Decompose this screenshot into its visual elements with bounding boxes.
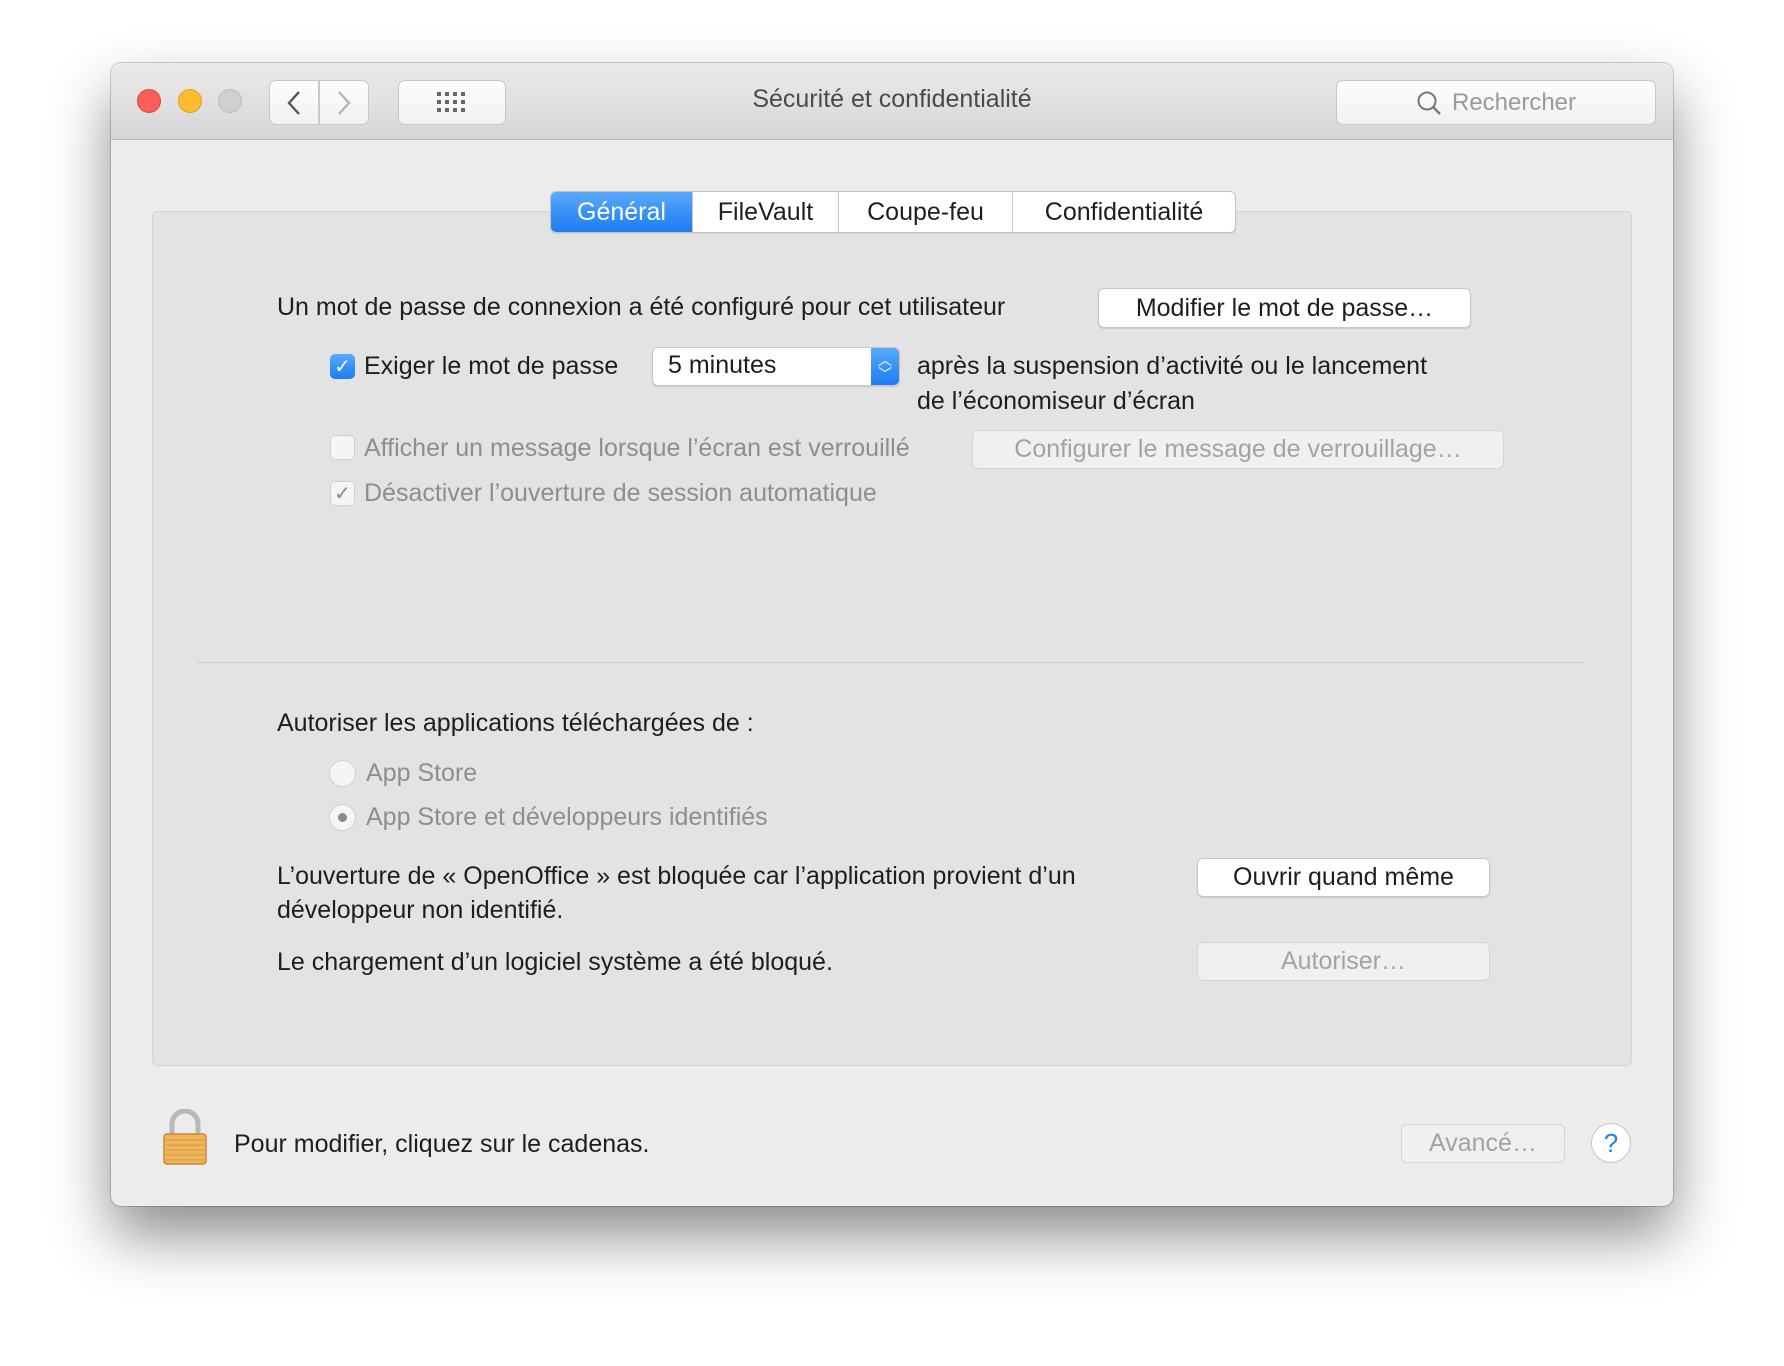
blocked-app-text-line1: L’ouverture de « OpenOffice » est bloqué… [277, 862, 1076, 890]
radio-app-store-label: App Store [366, 759, 478, 787]
password-delay-popup[interactable]: 5 minutes ︿ ﹀ [652, 347, 900, 386]
search-icon [1417, 91, 1441, 115]
checkmark-icon: ✓ [334, 483, 351, 505]
tab-privacy[interactable]: Confidentialité [1013, 192, 1235, 232]
popup-value: 5 minutes [668, 351, 777, 379]
radio-dot [338, 813, 347, 822]
system-software-text: Le chargement d’un logiciel système a ét… [277, 948, 833, 976]
show-message-checkbox[interactable] [330, 435, 355, 460]
checkmark-icon: ✓ [334, 356, 351, 378]
require-password-checkbox[interactable]: ✓ [330, 354, 355, 379]
divider [198, 662, 1585, 663]
require-password-label: Exiger le mot de passe [364, 352, 619, 380]
title-bar: Sécurité et confidentialité Rechercher [111, 63, 1673, 140]
allow-button[interactable]: Autoriser… [1197, 942, 1490, 981]
preferences-window: Sécurité et confidentialité Rechercher G… [111, 63, 1673, 1206]
require-password-suffix-line1: après la suspension d’activité ou le lan… [917, 352, 1428, 380]
change-password-button[interactable]: Modifier le mot de passe… [1098, 288, 1471, 328]
tab-bar: Général FileVault Coupe-feu Confidential… [550, 191, 1236, 233]
radio-app-store[interactable] [329, 760, 356, 787]
radio-app-store-identified[interactable] [329, 804, 356, 831]
lock-text: Pour modifier, cliquez sur le cadenas. [234, 1130, 650, 1158]
configure-lock-message-button[interactable]: Configurer le message de verrouillage… [972, 430, 1504, 469]
show-message-label: Afficher un message lorsque l’écran est … [364, 434, 910, 462]
search-field[interactable]: Rechercher [1336, 80, 1656, 125]
disable-autologin-label: Désactiver l’ouverture de session automa… [364, 479, 877, 507]
search-placeholder: Rechercher [1451, 88, 1577, 116]
password-set-text: Un mot de passe de connexion a été confi… [277, 293, 1006, 321]
advanced-button[interactable]: Avancé… [1401, 1124, 1565, 1163]
radio-app-store-identified-label: App Store et développeurs identifiés [366, 803, 768, 831]
open-anyway-button[interactable]: Ouvrir quand même [1197, 858, 1490, 897]
require-password-suffix-line2: de l’économiseur d’écran [917, 387, 1195, 415]
tab-filevault[interactable]: FileVault [693, 192, 839, 232]
lock-icon[interactable] [162, 1109, 208, 1165]
help-button[interactable]: ? [1591, 1123, 1631, 1163]
tab-firewall[interactable]: Coupe-feu [839, 192, 1013, 232]
disable-autologin-checkbox[interactable]: ✓ [330, 481, 355, 506]
updown-arrows-icon: ︿ ﹀ [871, 348, 899, 385]
tab-general[interactable]: Général [551, 192, 693, 232]
blocked-app-text-line2: développeur non identifié. [277, 896, 564, 924]
tab-panel [152, 211, 1632, 1066]
allow-apps-label: Autoriser les applications téléchargées … [277, 709, 754, 737]
